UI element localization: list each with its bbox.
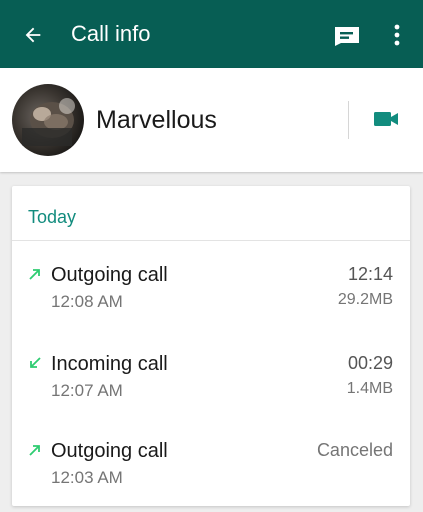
call-data-size: 29.2MB — [337, 291, 393, 308]
call-time: 12:03 AM — [51, 468, 123, 487]
videocam-icon — [374, 112, 398, 126]
contact-name: Marvellous — [96, 106, 217, 134]
message-icon — [335, 27, 359, 46]
divider — [348, 101, 349, 139]
avatar[interactable] — [12, 84, 84, 156]
call-row[interactable]: Incoming call 12:07 AM 00:29 1.4MB — [12, 353, 410, 423]
section-header: Today — [28, 207, 77, 227]
back-button[interactable] — [20, 22, 46, 48]
more-vertical-icon — [394, 24, 400, 46]
call-time: 12:07 AM — [51, 381, 123, 400]
call-type: Outgoing call — [51, 264, 168, 286]
page-title: Call info — [71, 21, 151, 46]
outgoing-arrow-icon — [29, 445, 40, 456]
more-options-button[interactable] — [386, 22, 408, 48]
contact-header: Marvellous — [0, 68, 423, 172]
call-status: Canceled — [316, 440, 393, 460]
outgoing-arrow-icon — [29, 269, 40, 280]
message-button[interactable] — [333, 24, 361, 46]
divider — [12, 240, 410, 241]
arrow-left-icon — [25, 27, 41, 43]
app-bar: Call info — [0, 0, 423, 68]
call-log-card: Today Outgoing call 12:08 AM 12:14 29.2M… — [12, 186, 410, 506]
call-duration: 00:29 — [347, 353, 393, 373]
call-row[interactable]: Outgoing call 12:03 AM Canceled — [12, 440, 410, 510]
call-type: Outgoing call — [51, 440, 168, 462]
call-type: Incoming call — [51, 353, 168, 375]
call-data-size: 1.4MB — [346, 380, 393, 397]
avatar-photo — [22, 98, 75, 146]
call-duration: 12:14 — [347, 264, 393, 284]
incoming-arrow-icon — [30, 357, 41, 368]
call-row[interactable]: Outgoing call 12:08 AM 12:14 29.2MB — [12, 264, 410, 334]
video-call-button[interactable] — [372, 108, 400, 130]
call-time: 12:08 AM — [51, 292, 123, 311]
